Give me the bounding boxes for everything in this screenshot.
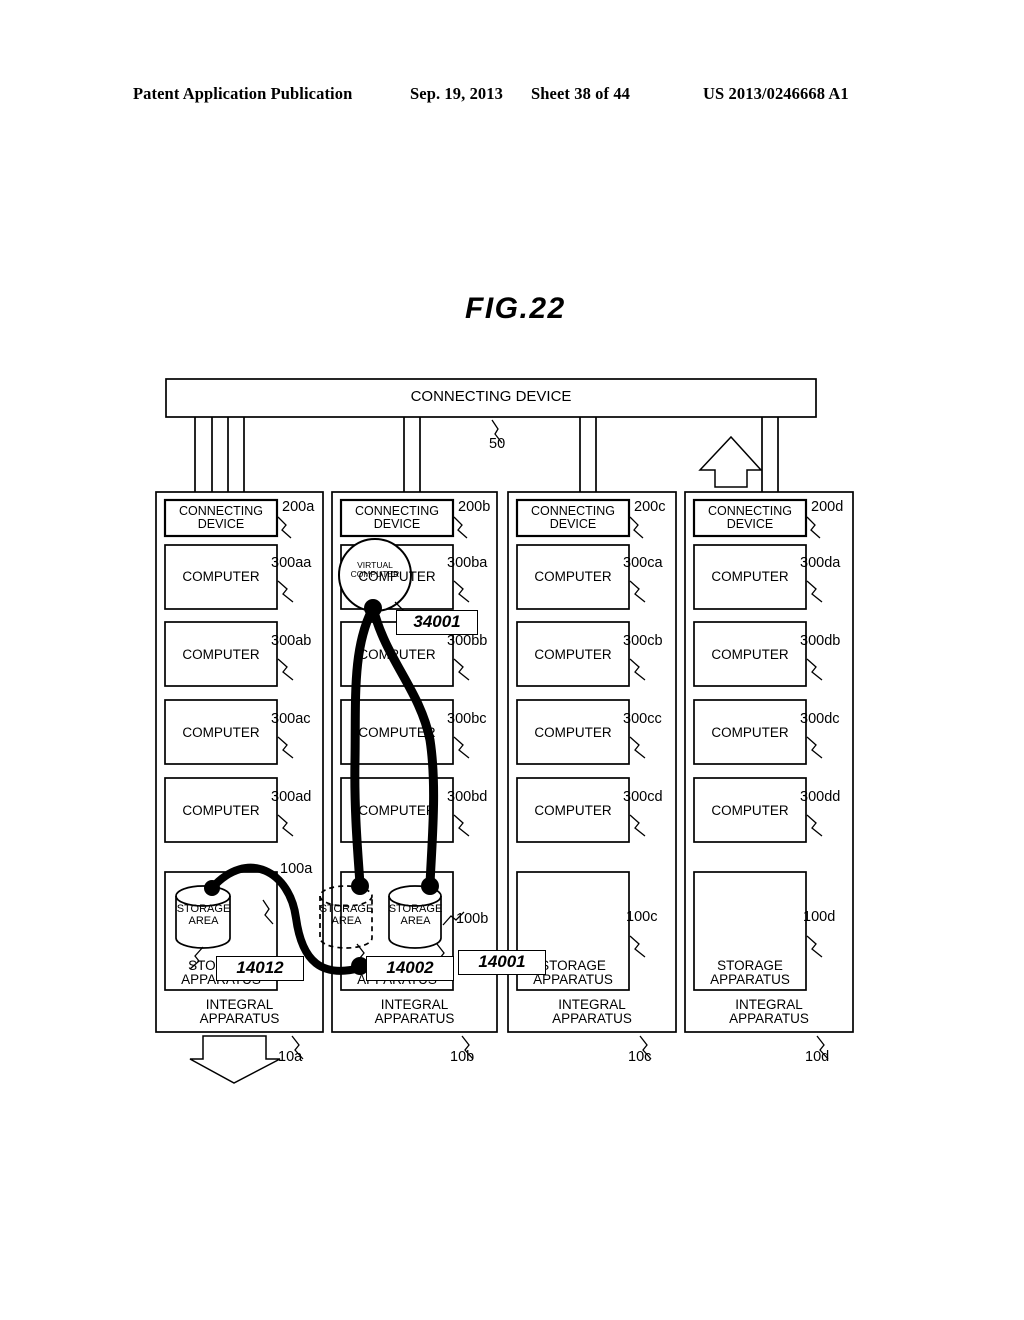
leader-100a [262, 899, 274, 925]
leader-300dd [806, 814, 823, 837]
computer-ref-c3: 300cc [623, 711, 662, 727]
leader-300bb [453, 658, 470, 681]
leader-200c [629, 516, 644, 539]
leader-300cd [629, 814, 646, 837]
computer-ref-b3: 300bc [447, 711, 487, 727]
endpoint-storage-a [204, 880, 220, 896]
integral-apparatus-ref-a: 10a [278, 1049, 303, 1065]
connecting-device-ref-a: 200a [282, 499, 315, 515]
storage-area-label-b1: STORAGE AREA [319, 903, 374, 927]
storage-apparatus-ref-b: 100b [456, 911, 489, 927]
computer-ref-b1: 300ba [447, 555, 488, 571]
integral-apparatus-label-d: INTEGRAL APPARATUS [729, 997, 809, 1027]
computer-label-d1: COMPUTER [711, 569, 789, 584]
leader-300ad [277, 814, 294, 837]
connecting-device-ref-c: 200c [634, 499, 666, 515]
leader-300dc [806, 736, 823, 759]
leader-100c [629, 935, 646, 958]
top-bus-ref: 50 [489, 436, 506, 452]
storage-area-label-a: STORAGE AREA [176, 903, 231, 927]
computer-label-c3: COMPUTER [534, 725, 612, 740]
leader-200a [277, 516, 292, 539]
computer-label-a2: COMPUTER [182, 647, 260, 662]
leader-300cb [629, 658, 646, 681]
leader-200b [453, 516, 468, 539]
computer-label-d4: COMPUTER [711, 803, 789, 818]
computer-label-a1: COMPUTER [182, 569, 260, 584]
computer-ref-c1: 300ca [623, 555, 663, 571]
leader-300bd [453, 814, 470, 837]
connecting-device-label-b: CONNECTING DEVICE [354, 504, 440, 532]
computer-ref-d3: 300dc [800, 711, 840, 727]
computer-ref-a4: 300ad [271, 789, 312, 805]
computer-label-a3: COMPUTER [182, 725, 260, 740]
callout-14002: 14002 [366, 956, 454, 981]
computer-ref-c2: 300cb [623, 633, 663, 649]
computer-label-c2: COMPUTER [534, 647, 612, 662]
leader-100d [806, 935, 823, 958]
connecting-device-label-d: CONNECTING DEVICE [707, 504, 793, 532]
computer-ref-d4: 300dd [800, 789, 841, 805]
leader-300ab [277, 658, 294, 681]
callout-14012: 14012 [216, 956, 304, 981]
computer-label-b3: COMPUTER [358, 725, 436, 740]
leader-300bc [453, 736, 470, 759]
storage-apparatus-ref-d: 100d [803, 909, 836, 925]
leader-300db [806, 658, 823, 681]
figure-vector-layer [155, 378, 854, 1084]
integral-apparatus-label-a: INTEGRAL APPARATUS [199, 997, 280, 1027]
connecting-device-label-a: CONNECTING DEVICE [178, 504, 264, 532]
endpoint-dashed-storage [351, 877, 369, 895]
connecting-device-ref-d: 200d [811, 499, 844, 515]
computer-label-b2: COMPUTER [358, 647, 436, 662]
computer-label-a4: COMPUTER [182, 803, 260, 818]
storage-apparatus-ref-a: 100a [280, 861, 313, 877]
callout-34001: 34001 [396, 610, 478, 635]
top-bus-label: CONNECTING DEVICE [410, 388, 572, 405]
down-arrow-icon [189, 1035, 281, 1084]
integral-apparatus-ref-b: 10b [450, 1049, 475, 1065]
computer-ref-a1: 300aa [271, 555, 312, 571]
leader-300ca [629, 580, 646, 603]
figure-drawing: CONNECTING DEVICE 50 CONNECTING DEVICE 20… [0, 0, 1024, 1320]
computer-label-d2: COMPUTER [711, 647, 789, 662]
callout-14001: 14001 [458, 950, 546, 975]
storage-apparatus-ref-c: 100c [626, 909, 658, 925]
computer-ref-c4: 300cd [623, 789, 663, 805]
connecting-device-ref-b: 200b [458, 499, 491, 515]
storage-area-label-b2: STORAGE AREA [388, 903, 443, 927]
computer-label-c1: COMPUTER [534, 569, 612, 584]
leader-300ac [277, 736, 294, 759]
leader-200d [806, 516, 821, 539]
computer-label-b4: COMPUTER [358, 803, 436, 818]
computer-label-c4: COMPUTER [534, 803, 612, 818]
computer-ref-b4: 300bd [447, 789, 488, 805]
virtual-computer-label: VIRTUAL COMPUTER [350, 560, 400, 579]
integral-apparatus-ref-d: 10d [805, 1049, 830, 1065]
up-arrow-icon [698, 435, 763, 488]
computer-ref-d2: 300db [800, 633, 841, 649]
integral-apparatus-label-b: INTEGRAL APPARATUS [374, 997, 455, 1027]
computer-ref-b2: 300bb [447, 633, 488, 649]
computer-ref-d1: 300da [800, 555, 841, 571]
computer-ref-a2: 300ab [271, 633, 312, 649]
computer-ref-a3: 300ac [271, 711, 311, 727]
endpoint-vm [364, 599, 382, 617]
leader-300ba [453, 580, 470, 603]
integral-apparatus-ref-c: 10c [628, 1049, 652, 1065]
integral-apparatus-label-c: INTEGRAL APPARATUS [552, 997, 632, 1027]
leader-300da [806, 580, 823, 603]
leader-300cc [629, 736, 646, 759]
computer-label-d3: COMPUTER [711, 725, 789, 740]
connecting-device-label-c: CONNECTING DEVICE [530, 504, 616, 532]
leader-300aa [277, 580, 294, 603]
storage-apparatus-label-d: STORAGE APPARATUS [710, 958, 790, 988]
endpoint-solid-storage [421, 877, 439, 895]
